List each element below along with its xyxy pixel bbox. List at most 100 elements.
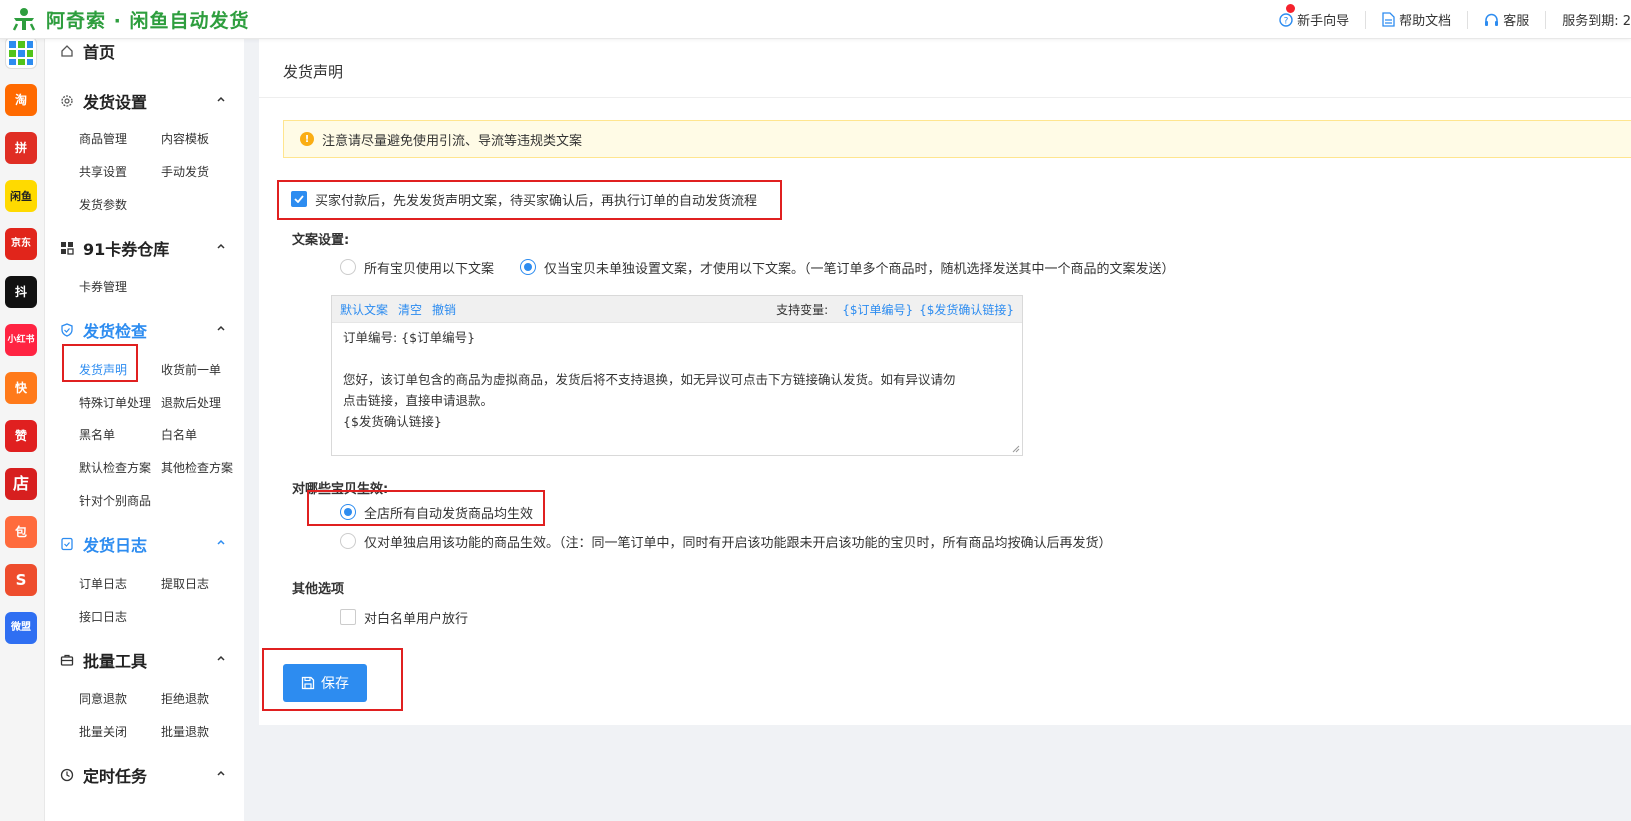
grid-icon	[59, 240, 75, 256]
sidebar-item-delivery-params[interactable]: 发货参数	[79, 196, 127, 213]
help-docs-link[interactable]: 帮助文档	[1366, 10, 1469, 29]
sidebar-group-scheduled-tasks[interactable]: 定时任务	[45, 763, 244, 787]
copy-option-fallback[interactable]: 仅当宝贝未单独设置文案，才使用以下文案。（一笔订单多个商品时，随机选择发送其中一…	[520, 257, 1175, 277]
apps-grid-icon[interactable]	[5, 37, 37, 69]
douyin-app-icon[interactable]: 抖	[5, 276, 37, 308]
clock-icon	[59, 767, 75, 783]
check-icon	[294, 195, 304, 203]
kuaishou-app-icon[interactable]: 快	[5, 372, 37, 404]
apply-option-single-radio[interactable]	[340, 533, 356, 549]
sidebar-item-manual-delivery[interactable]: 手动发货	[161, 163, 209, 180]
enable-statement-row[interactable]: 买家付款后，先发发货声明文案，待买家确认后，再执行订单的自动发货流程	[291, 189, 757, 209]
variable-confirm-link[interactable]: {$发货确认链接}	[919, 301, 1014, 318]
editor-textarea[interactable]: 订单编号: {$订单编号} 您好，该订单包含的商品为虚拟商品，发货后将不支持退换…	[332, 323, 1022, 436]
sidebar-item-specific-products[interactable]: 针对个别商品	[79, 492, 151, 509]
copy-option-all-radio[interactable]	[340, 259, 356, 275]
divider	[259, 97, 1631, 98]
sidebar-home[interactable]: 首页	[45, 39, 244, 63]
sidebar-item-pre-receipt-order[interactable]: 收货前一单	[161, 361, 221, 378]
editor-toolbar: 默认文案 清空 撤销 支持变量: {$订单编号} {$发货确认链接}	[332, 296, 1022, 323]
service-expiry-label: 服务到期: 2	[1562, 14, 1631, 29]
sidebar-item-content-template[interactable]: 内容模板	[161, 130, 209, 147]
sidebar-item-default-check[interactable]: 默认检查方案	[79, 459, 151, 476]
guide-label: 新手向导	[1297, 14, 1350, 29]
sidebar-item-agree-refund[interactable]: 同意退款	[79, 690, 127, 707]
main-panel: 发货声明 ! 注意请尽量避免使用引流、导流等违规类文案 买家付款后，先发发货声明…	[259, 39, 1631, 725]
shield-icon	[59, 322, 75, 338]
sidebar-group-delivery-settings[interactable]: 发货设置	[45, 89, 244, 113]
group-title: 发货设置	[83, 93, 148, 112]
editor-line: {$发货确认链接}	[343, 414, 442, 429]
whitelist-pass-checkbox[interactable]	[340, 609, 356, 625]
apply-option-all[interactable]: 全店所有自动发货商品均生效	[340, 502, 533, 522]
sidebar-item-batch-close[interactable]: 批量关闭	[79, 723, 127, 740]
thumbs-up-app-icon[interactable]: 赞	[5, 420, 37, 452]
sidebar-item-product-management[interactable]: 商品管理	[79, 130, 127, 147]
sidebar-item-other-check[interactable]: 其他检查方案	[161, 459, 233, 476]
pinduoduo-app-icon[interactable]: 拼	[5, 132, 37, 164]
sidebar-item-api-log[interactable]: 接口日志	[79, 608, 127, 625]
warning-icon: !	[300, 132, 314, 146]
sidebar-item-reject-refund[interactable]: 拒绝退款	[161, 690, 209, 707]
save-button[interactable]: 保存	[283, 664, 367, 702]
variable-order-number[interactable]: {$订单编号}	[842, 301, 913, 318]
group-title: 发货检查	[83, 322, 148, 341]
notice-text: 注意请尽量避免使用引流、导流等违规类文案	[322, 133, 583, 149]
copy-option-fallback-radio[interactable]	[520, 259, 536, 275]
copy-option-all[interactable]: 所有宝贝使用以下文案	[340, 257, 494, 277]
clear-link[interactable]: 清空	[398, 301, 422, 318]
group-title: 91卡券仓库	[83, 240, 170, 259]
whitelist-pass-row[interactable]: 对白名单用户放行	[340, 607, 468, 627]
highlight-box-sidebar	[62, 344, 138, 382]
jd-app-icon[interactable]: 京东	[5, 228, 37, 260]
undo-link[interactable]: 撤销	[432, 301, 456, 318]
copy-settings-label: 文案设置:	[292, 233, 350, 248]
page-title: 发货声明	[283, 63, 344, 81]
customer-service-label: 客服	[1503, 14, 1530, 29]
guide-link[interactable]: ? 新手向导	[1263, 3, 1367, 29]
warning-notice: ! 注意请尽量避免使用引流、导流等违规类文案	[283, 120, 1631, 158]
save-icon	[301, 676, 315, 690]
sidebar-group-delivery-log[interactable]: 发货日志	[45, 532, 244, 556]
apply-option-single[interactable]: 仅对单独启用该功能的商品生效。（注：同一笔订单中，同时有开启该功能跟未开启该功能…	[340, 531, 1112, 551]
headset-icon	[1485, 13, 1499, 26]
copy-option-fallback-label: 仅当宝贝未单独设置文案，才使用以下文案。（一笔订单多个商品时，随机选择发送其中一…	[544, 261, 1175, 277]
sidebar-item-whitelist[interactable]: 白名单	[161, 426, 197, 443]
enable-statement-label: 买家付款后，先发发货声明文案，待买家确认后，再执行订单的自动发货流程	[315, 193, 758, 209]
chevron-up-icon	[217, 96, 225, 102]
app-title: 阿奇索 · 闲鱼自动发货	[46, 9, 250, 32]
sidebar-item-special-order[interactable]: 特殊订单处理	[79, 394, 151, 411]
chevron-up-icon	[217, 243, 225, 249]
customer-service-link[interactable]: 客服	[1468, 10, 1547, 29]
whitelist-pass-label: 对白名单用户放行	[364, 611, 469, 627]
xianyu-app-icon[interactable]: 闲鱼	[5, 180, 37, 212]
log-icon	[59, 536, 75, 552]
brand[interactable]: 阿奇索 · 闲鱼自动发货	[10, 4, 249, 34]
shopee-app-icon[interactable]: S	[5, 564, 37, 596]
gear-icon	[59, 93, 75, 109]
sidebar-group-batch-tools[interactable]: 批量工具	[45, 648, 244, 672]
platform-app-bar: 淘 拼 闲鱼 京东 抖 小红书 快 赞 店 包 S 微盟	[0, 37, 45, 821]
sidebar-item-after-refund[interactable]: 退款后处理	[161, 394, 221, 411]
taobao-app-icon[interactable]: 淘	[5, 84, 37, 116]
sidebar-item-extract-log[interactable]: 提取日志	[161, 575, 209, 592]
sidebar-item-share-settings[interactable]: 共享设置	[79, 163, 127, 180]
sidebar-group-delivery-check[interactable]: 发货检查	[45, 318, 244, 342]
resize-handle-icon[interactable]	[1011, 444, 1020, 453]
sidebar-item-order-log[interactable]: 订单日志	[79, 575, 127, 592]
sidebar-item-blacklist[interactable]: 黑名单	[79, 426, 115, 443]
notification-dot	[1286, 3, 1296, 13]
shopping-bag-app-icon[interactable]: 包	[5, 516, 37, 548]
statement-editor[interactable]: 默认文案 清空 撤销 支持变量: {$订单编号} {$发货确认链接} 订单编号:…	[331, 295, 1023, 456]
default-copy-link[interactable]: 默认文案	[340, 301, 388, 318]
sidebar-group-card-warehouse[interactable]: 91卡券仓库	[45, 236, 244, 260]
apply-option-all-radio[interactable]	[340, 504, 356, 520]
help-docs-label: 帮助文档	[1399, 14, 1452, 29]
weimeng-app-icon[interactable]: 微盟	[5, 612, 37, 644]
xiaohongshu-app-icon[interactable]: 小红书	[5, 324, 37, 356]
apply-option-single-label: 仅对单独启用该功能的商品生效。（注：同一笔订单中，同时有开启该功能跟未开启该功能…	[364, 535, 1112, 551]
dian-app-icon[interactable]: 店	[5, 468, 37, 500]
sidebar-item-batch-refund[interactable]: 批量退款	[161, 723, 209, 740]
sidebar-item-card-management[interactable]: 卡券管理	[79, 278, 127, 295]
enable-statement-checkbox[interactable]	[291, 191, 307, 207]
